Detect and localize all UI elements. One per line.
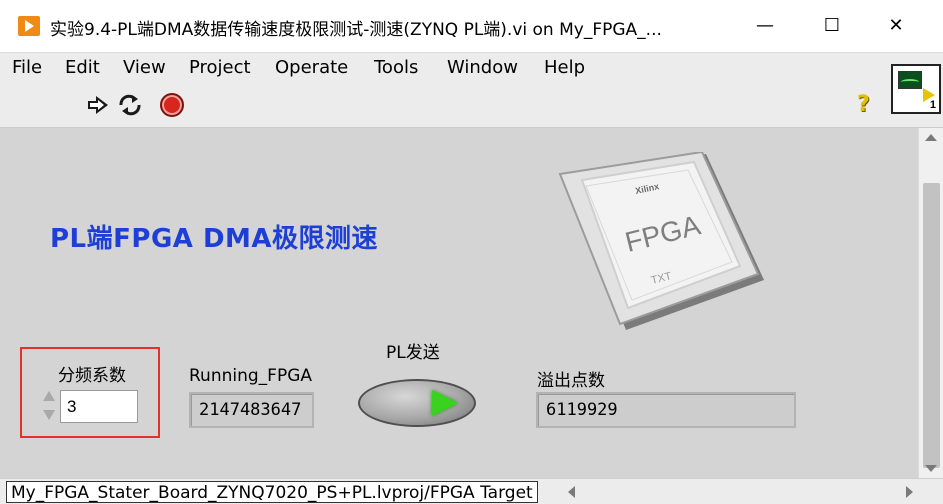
decrement-arrow-icon[interactable] bbox=[43, 410, 55, 420]
close-button[interactable]: ✕ bbox=[876, 10, 916, 42]
scroll-left-icon[interactable] bbox=[568, 486, 575, 498]
abort-execution-icon[interactable] bbox=[160, 93, 184, 117]
scroll-right-icon[interactable] bbox=[906, 486, 913, 498]
menu-help[interactable]: Help bbox=[544, 57, 585, 78]
panel-heading: PL端FPGA DMA极限测速 bbox=[50, 224, 379, 254]
fpga-chip-image: Xilinx FPGA TXT bbox=[558, 152, 764, 330]
divider-control-label: 分频系数 bbox=[58, 366, 126, 386]
maximize-button[interactable]: ☐ bbox=[812, 10, 852, 42]
divider-spinner[interactable] bbox=[40, 388, 60, 428]
vertical-scrollbar[interactable] bbox=[918, 128, 943, 478]
minimize-button[interactable]: — bbox=[745, 10, 785, 42]
menu-window[interactable]: Window bbox=[447, 57, 518, 78]
menu-tools[interactable]: Tools bbox=[374, 57, 418, 78]
pl-send-button[interactable] bbox=[358, 379, 476, 427]
project-path[interactable]: My_FPGA_Stater_Board_ZYNQ7020_PS+PL.lvpr… bbox=[6, 481, 538, 503]
pl-send-label: PL发送 bbox=[386, 343, 440, 363]
title-bar: 实验9.4-PL端DMA数据传输速度极限测试-测速(ZYNQ PL端).vi o… bbox=[0, 0, 943, 52]
menu-view[interactable]: View bbox=[123, 57, 166, 78]
waveform-graph-icon bbox=[898, 71, 922, 89]
vi-icon-number: 1 bbox=[929, 99, 936, 111]
menu-operate[interactable]: Operate bbox=[275, 57, 348, 78]
divider-value-field[interactable]: 3 bbox=[60, 390, 138, 423]
scroll-thumb[interactable] bbox=[923, 183, 940, 468]
toolbar: ? bbox=[0, 84, 943, 128]
running-fpga-indicator: 2147483647 bbox=[189, 392, 314, 428]
vi-connector-icon[interactable]: 1 bbox=[891, 64, 941, 114]
overflow-indicator: 6119929 bbox=[536, 392, 796, 428]
run-arrow-icon[interactable] bbox=[86, 94, 110, 116]
menu-edit[interactable]: Edit bbox=[65, 57, 100, 78]
labview-vi-icon bbox=[18, 16, 40, 36]
menu-bar: File Edit View Project Operate Tools Win… bbox=[0, 52, 943, 84]
context-help-icon[interactable]: ? bbox=[857, 92, 870, 117]
scroll-up-icon[interactable] bbox=[925, 134, 937, 141]
menu-project[interactable]: Project bbox=[189, 57, 251, 78]
increment-arrow-icon[interactable] bbox=[43, 391, 55, 401]
horizontal-scrollbar[interactable] bbox=[568, 484, 913, 500]
overflow-label: 溢出点数 bbox=[537, 371, 605, 391]
window-title: 实验9.4-PL端DMA数据传输速度极限测试-测速(ZYNQ PL端).vi o… bbox=[50, 20, 662, 40]
run-continuously-icon[interactable] bbox=[117, 93, 143, 117]
running-fpga-label: Running_FPGA bbox=[189, 366, 312, 386]
scroll-down-icon[interactable] bbox=[925, 465, 937, 472]
pl-send-led-arrow-icon bbox=[432, 390, 458, 416]
menu-file[interactable]: File bbox=[12, 57, 42, 78]
